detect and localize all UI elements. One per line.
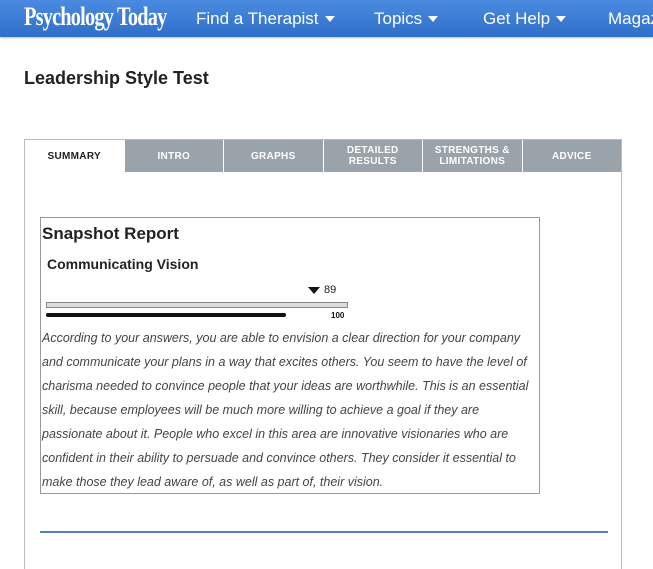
score-bar xyxy=(46,302,348,308)
nav-get-help-label: Get Help xyxy=(483,8,551,28)
report-description: According to your answers, you are able … xyxy=(42,331,529,489)
tab-detailed-results[interactable]: DETAILED RESULTS xyxy=(322,140,422,172)
tab-summary[interactable]: SUMMARY xyxy=(25,140,124,172)
nav-magazine-label: Magazine xyxy=(608,8,653,28)
tab-intro[interactable]: INTRO xyxy=(123,140,223,172)
section-title: Communicating Vision xyxy=(47,256,199,272)
site-logo[interactable]: Psychology Today xyxy=(24,2,167,32)
score-value: 89 xyxy=(324,284,337,296)
score-scale xyxy=(46,313,348,317)
nav-find-therapist-label: Find a Therapist xyxy=(196,8,319,28)
chevron-down-icon xyxy=(428,15,439,22)
score-marker: 89 xyxy=(308,284,336,296)
chevron-down-icon xyxy=(556,15,567,22)
section-divider xyxy=(40,531,608,533)
report-title: Snapshot Report xyxy=(42,224,179,243)
scale-max-label: 100 xyxy=(331,311,345,320)
tab-advice[interactable]: ADVICE xyxy=(521,140,621,172)
score-scale-track xyxy=(46,313,286,317)
snapshot-report: Snapshot Report Communicating Vision 89 … xyxy=(40,217,540,494)
triangle-down-icon xyxy=(308,286,320,294)
top-nav-bar: Psychology Today Find a Therapist Topics… xyxy=(0,0,653,37)
nav-find-therapist[interactable]: Find a Therapist xyxy=(196,0,335,37)
nav-topics[interactable]: Topics xyxy=(374,0,439,37)
results-tabs: SUMMARY INTRO GRAPHS DETAILED RESULTS ST… xyxy=(25,140,621,172)
tab-strengths-limitations[interactable]: STRENGTHS & LIMITATIONS xyxy=(422,140,522,172)
results-panel: SUMMARY INTRO GRAPHS DETAILED RESULTS ST… xyxy=(24,139,622,569)
chevron-down-icon xyxy=(324,15,335,22)
tab-graphs[interactable]: GRAPHS xyxy=(223,140,323,172)
nav-topics-label: Topics xyxy=(374,8,423,28)
nav-magazine[interactable]: Magazine xyxy=(608,0,653,37)
page-title: Leadership Style Test xyxy=(24,68,209,88)
nav-get-help[interactable]: Get Help xyxy=(483,0,567,37)
